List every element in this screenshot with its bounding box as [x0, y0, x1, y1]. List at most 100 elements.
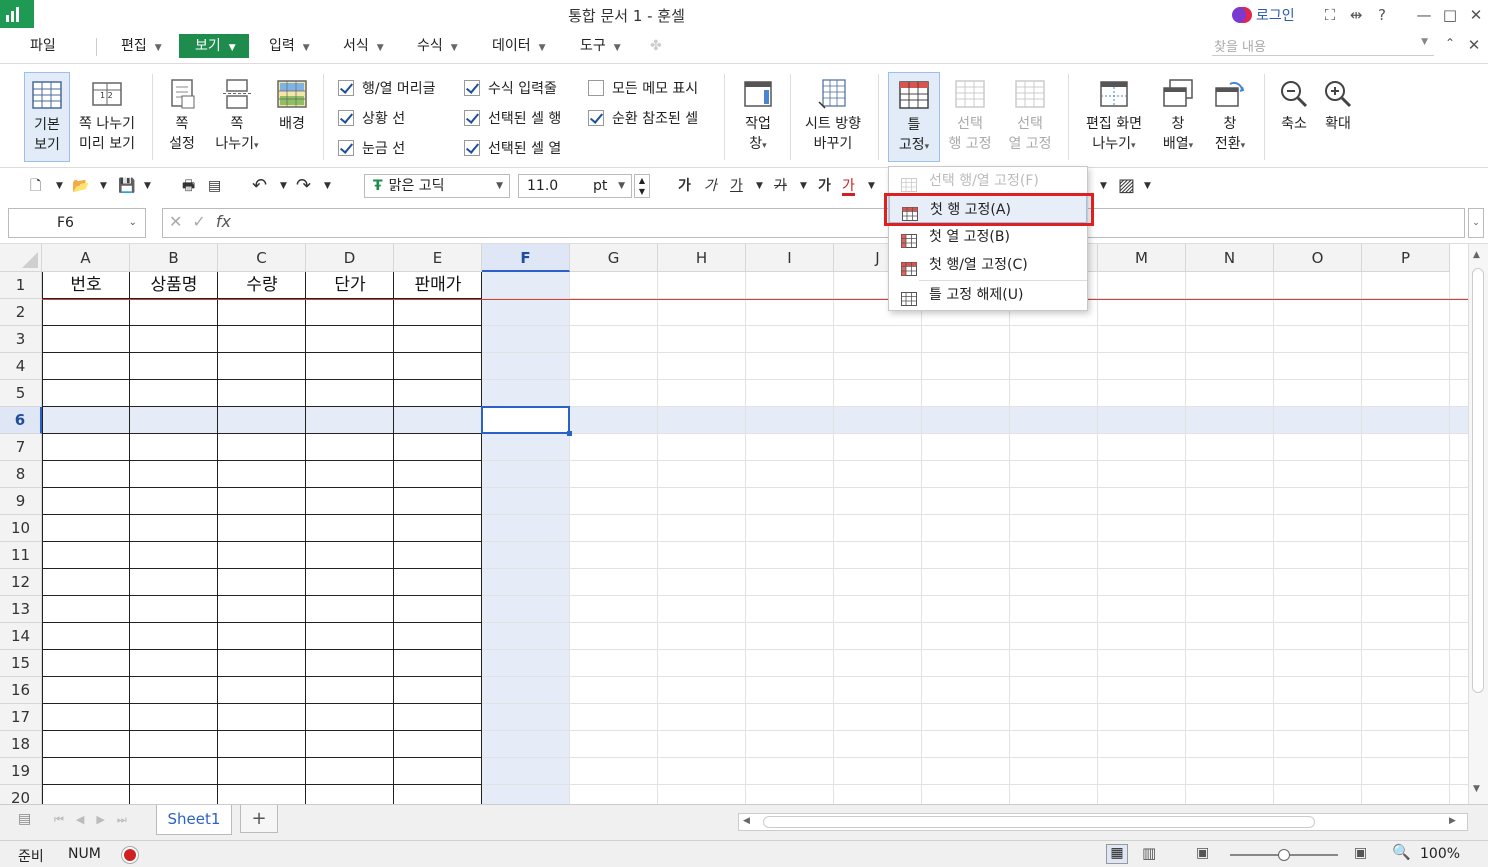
select-all-corner[interactable]: [0, 244, 42, 272]
table-header-cell[interactable]: 단가: [306, 272, 394, 299]
expand-formula-icon[interactable]: ⌄: [1468, 208, 1484, 238]
column-header-m[interactable]: M: [1098, 244, 1186, 272]
column-header-g[interactable]: G: [570, 244, 658, 272]
font-name-select[interactable]: Ŧ 맑은 고딕 ▼: [364, 174, 510, 198]
pattern-fill-icon[interactable]: ▨: [1118, 174, 1135, 198]
checkbox-row-selected-col[interactable]: 선택된 셀 열: [464, 138, 561, 158]
name-box[interactable]: F6 ⌄: [8, 208, 146, 238]
chevron-down-icon[interactable]: ▼: [56, 174, 63, 198]
italic-button[interactable]: 가: [704, 174, 717, 198]
row-header-16[interactable]: 16: [0, 677, 42, 704]
menu-formula[interactable]: 수식 ▼: [411, 34, 464, 58]
scroll-left-icon[interactable]: ◀: [743, 816, 750, 826]
row-header-14[interactable]: 14: [0, 623, 42, 650]
scroll-right-icon[interactable]: ▶: [1449, 816, 1456, 826]
table-header-cell[interactable]: 판매가: [394, 272, 482, 299]
table-header-cell[interactable]: 번호: [42, 272, 130, 299]
save-icon[interactable]: 💾: [118, 174, 135, 198]
login-button[interactable]: 로그인: [1232, 5, 1295, 25]
row-header-10[interactable]: 10: [0, 515, 42, 542]
checkbox-row-gridlines[interactable]: 눈금 선: [338, 138, 405, 158]
print-icon[interactable]: 🖶: [182, 174, 195, 198]
zoom-search-icon[interactable]: 🔍: [1392, 843, 1411, 861]
chevron-down-icon[interactable]: ▼: [324, 174, 331, 198]
switch-window-button[interactable]: 창 전환▾: [1206, 72, 1254, 162]
underline-button[interactable]: 가: [730, 174, 743, 198]
help-icon[interactable]: ?: [1372, 6, 1392, 24]
row-header-19[interactable]: 19: [0, 758, 42, 785]
column-header-c[interactable]: C: [218, 244, 306, 272]
font-size-select[interactable]: 11.0 pt ▼: [518, 174, 632, 198]
menu-file[interactable]: 파일: [24, 34, 62, 58]
zoom-plus-icon[interactable]: ▣: [1354, 845, 1367, 861]
chevron-down-icon[interactable]: ▼: [100, 174, 107, 198]
normal-view-status-icon[interactable]: ▦: [1106, 844, 1128, 864]
chevron-down-icon[interactable]: ▼: [800, 174, 807, 198]
close-button[interactable]: ✕: [1466, 6, 1486, 24]
zoom-minus-icon[interactable]: ▣: [1196, 845, 1209, 861]
status-line-checkbox[interactable]: [338, 110, 354, 126]
row-col-header-checkbox[interactable]: [338, 80, 354, 96]
function-icon[interactable]: fx: [216, 212, 231, 231]
add-sheet-button[interactable]: +: [240, 805, 278, 833]
circular-ref-checkbox[interactable]: [588, 110, 604, 126]
font-size-stepper[interactable]: ▲ ▼: [634, 174, 650, 198]
maximize-button[interactable]: □: [1440, 6, 1460, 24]
chevron-down-icon[interactable]: ▼: [868, 174, 875, 198]
active-cell[interactable]: [481, 406, 572, 436]
font-color-button[interactable]: 가: [842, 174, 855, 196]
chevron-down-icon[interactable]: ▼: [756, 174, 763, 198]
checkbox-row-circular-ref[interactable]: 순환 참조된 셀: [588, 108, 698, 128]
zoom-out-button[interactable]: 축소: [1272, 72, 1316, 142]
minimize-button[interactable]: —: [1414, 6, 1434, 24]
bold-button[interactable]: 가: [678, 174, 691, 198]
column-header-h[interactable]: H: [658, 244, 746, 272]
row-header-18[interactable]: 18: [0, 731, 42, 758]
row-header-12[interactable]: 12: [0, 569, 42, 596]
scroll-up-icon[interactable]: ▲: [1473, 250, 1480, 260]
row-header-3[interactable]: 3: [0, 326, 42, 353]
puzzle-icon[interactable]: ✤: [644, 34, 668, 58]
sheet-direction-button[interactable]: 시트 방향 바꾸기: [800, 72, 866, 162]
font-size-up-button[interactable]: 가: [818, 174, 831, 198]
row-header-2[interactable]: 2: [0, 299, 42, 326]
row-header-8[interactable]: 8: [0, 461, 42, 488]
column-header-a[interactable]: A: [42, 244, 130, 272]
row-header-11[interactable]: 11: [0, 542, 42, 569]
column-header-d[interactable]: D: [306, 244, 394, 272]
column-header-n[interactable]: N: [1186, 244, 1274, 272]
print-preview-icon[interactable]: ▤: [208, 174, 221, 198]
checkbox-row-status-line[interactable]: 상황 선: [338, 108, 405, 128]
row-header-5[interactable]: 5: [0, 380, 42, 407]
column-header-i[interactable]: I: [746, 244, 834, 272]
row-header-6[interactable]: 6: [0, 407, 42, 434]
cancel-icon[interactable]: ✕: [169, 212, 182, 231]
column-header-e[interactable]: E: [394, 244, 482, 272]
fullscreen-icon[interactable]: ⛶: [1320, 6, 1340, 24]
checkbox-row-show-memos[interactable]: 모든 메모 표시: [588, 78, 698, 98]
checkbox-row-col-headers[interactable]: 행/열 머리글: [338, 78, 436, 98]
show-memos-checkbox[interactable]: [588, 80, 604, 96]
chevron-down-icon[interactable]: ▼: [144, 174, 151, 198]
scroll-down-icon[interactable]: ▼: [1473, 784, 1480, 794]
split-view-icon[interactable]: ⇹: [1346, 6, 1366, 24]
menu-item-freeze-first-row-col[interactable]: 첫 행/열 고정(C): [889, 251, 1087, 279]
undo-icon[interactable]: ↶: [252, 174, 267, 198]
checkbox-row-formula-bar[interactable]: 수식 입력줄: [464, 78, 557, 98]
row-header-15[interactable]: 15: [0, 650, 42, 677]
row-header-4[interactable]: 4: [0, 353, 42, 380]
redo-icon[interactable]: ↷: [296, 174, 311, 198]
work-window-button[interactable]: 작업 창▾: [736, 72, 780, 162]
gridlines-checkbox[interactable]: [338, 140, 354, 156]
background-button[interactable]: 배경: [270, 72, 314, 162]
formula-input[interactable]: ✕ ✓ fx: [162, 208, 1465, 238]
column-header-o[interactable]: O: [1274, 244, 1362, 272]
zoom-slider-knob[interactable]: [1278, 849, 1290, 861]
menu-insert[interactable]: 입력 ▼: [263, 34, 316, 58]
search-input[interactable]: 찾을 내용 ▼: [1212, 36, 1434, 56]
confirm-icon[interactable]: ✓: [192, 212, 205, 231]
selected-row-checkbox[interactable]: [464, 110, 480, 126]
sheet-tab-sheet1[interactable]: Sheet1: [156, 805, 232, 835]
menu-item-unfreeze[interactable]: 틀 고정 해제(U): [889, 281, 1087, 309]
open-folder-icon[interactable]: 📂: [72, 174, 89, 198]
